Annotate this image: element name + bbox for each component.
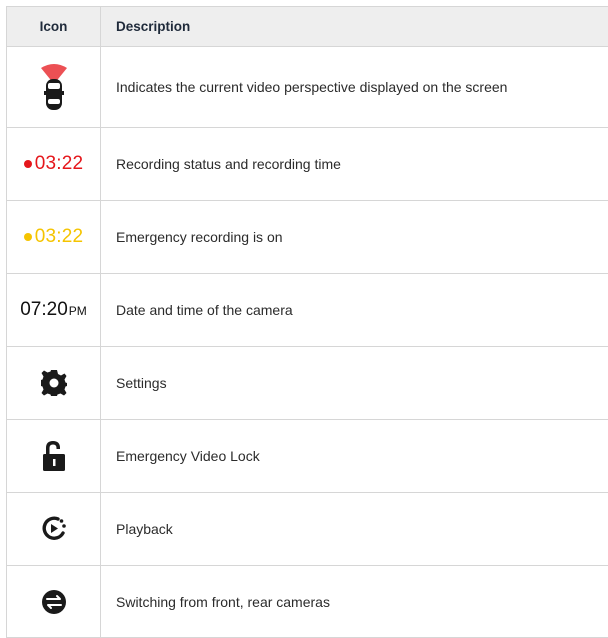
recording-dot-icon — [24, 160, 32, 168]
emergency-recording-time-text: 03:22 — [35, 226, 84, 247]
table-row: Emergency Video Lock — [7, 420, 608, 493]
table-row: Settings — [7, 347, 608, 420]
clock-ampm-text: PM — [69, 304, 87, 318]
table-row: Playback — [7, 493, 608, 566]
clock-time-text: 07:20 — [20, 299, 68, 320]
switch-camera-icon — [41, 589, 67, 615]
emergency-recording-dot-icon — [24, 233, 32, 241]
row-description: Settings — [101, 347, 608, 420]
column-header-icon: Icon — [7, 7, 101, 47]
car-camera-view-icon — [37, 62, 71, 112]
table-row: Indicates the current video perspective … — [7, 47, 608, 128]
row-description: Date and time of the camera — [101, 274, 608, 347]
gear-icon — [40, 369, 68, 397]
table-row: 03:22 Recording status and recording tim… — [7, 128, 608, 201]
table-header-row: Icon Description — [7, 7, 608, 47]
clock-display: 07:20PM — [20, 299, 87, 320]
row-description: Emergency recording is on — [101, 201, 608, 274]
row-description: Emergency Video Lock — [101, 420, 608, 493]
recording-time-text: 03:22 — [35, 153, 84, 174]
icon-description-table: Icon Description Indicates the current v… — [6, 6, 608, 638]
unlock-icon — [42, 440, 66, 472]
playback-icon — [41, 516, 67, 542]
row-description: Recording status and recording time — [101, 128, 608, 201]
column-header-description: Description — [101, 7, 608, 47]
row-description: Playback — [101, 493, 608, 566]
table-row: 03:22 Emergency recording is on — [7, 201, 608, 274]
table-row: Switching from front, rear cameras — [7, 566, 608, 638]
table-row: 07:20PM Date and time of the camera — [7, 274, 608, 347]
row-description: Switching from front, rear cameras — [101, 566, 608, 638]
row-description: Indicates the current video perspective … — [101, 47, 608, 128]
icon-description-table-container: Icon Description Indicates the current v… — [6, 6, 608, 638]
